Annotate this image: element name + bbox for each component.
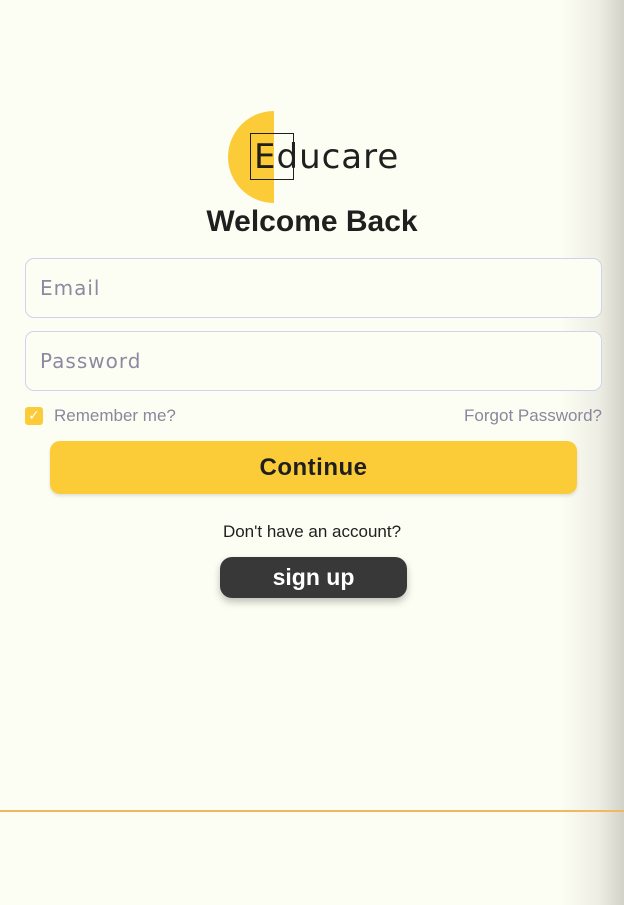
continue-button[interactable]: Continue (50, 441, 577, 494)
app-logo: Educare (228, 111, 408, 203)
logo-text: Educare (254, 137, 400, 177)
email-field[interactable] (25, 258, 602, 318)
sign-up-button[interactable]: sign up (220, 557, 407, 598)
signup-prompt: Don't have an account? (222, 522, 402, 541)
page-title: Welcome Back (206, 205, 418, 238)
remember-me-checkbox[interactable]: ✓ (25, 407, 43, 425)
remember-me-label: Remember me? (54, 406, 176, 425)
bottom-divider (0, 810, 624, 812)
remember-me-row[interactable]: ✓ Remember me? (25, 405, 176, 427)
password-field[interactable] (25, 331, 602, 391)
check-icon: ✓ (28, 408, 40, 424)
forgot-password-link[interactable]: Forgot Password? (464, 405, 602, 427)
